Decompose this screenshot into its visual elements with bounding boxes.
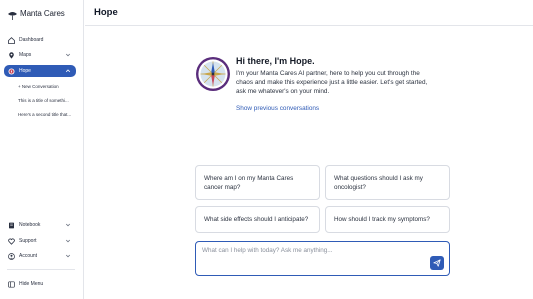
hide-menu-button[interactable]: Hide Menu bbox=[4, 278, 76, 290]
sidebar-item-label: Account bbox=[19, 253, 38, 259]
suggestion-card[interactable]: What questions should I ask my oncologis… bbox=[325, 165, 450, 200]
chevron-down-icon[interactable] bbox=[65, 253, 71, 259]
suggestion-card[interactable]: How should I track my symptoms? bbox=[325, 206, 450, 233]
page-title: Hope bbox=[94, 7, 118, 18]
send-button[interactable] bbox=[430, 256, 444, 270]
conversation-item[interactable]: This is a title of somethi... bbox=[18, 98, 69, 103]
new-conversation-link[interactable]: + New Conversation bbox=[18, 84, 59, 89]
sidebar-divider bbox=[7, 269, 75, 270]
sidebar-item-label: Maps bbox=[19, 52, 32, 58]
sidebar-item-maps[interactable]: Maps bbox=[4, 49, 76, 61]
heart-icon bbox=[8, 238, 15, 245]
suggestion-text: Where am I on my Manta Cares cancer map? bbox=[204, 175, 294, 191]
compass-icon bbox=[8, 68, 15, 75]
page-header: Hope bbox=[85, 0, 533, 26]
map-pin-icon bbox=[8, 51, 15, 59]
suggestion-text: What side effects should I anticipate? bbox=[204, 216, 309, 223]
greeting-heading: Hi there, I'm Hope. bbox=[236, 56, 315, 66]
sidebar-item-label: Notebook bbox=[19, 222, 41, 228]
sidebar-item-support[interactable]: Support bbox=[4, 235, 76, 247]
hope-avatar bbox=[195, 56, 231, 92]
brand-name: Manta Cares bbox=[20, 8, 65, 18]
brand-logo[interactable]: Manta Cares bbox=[7, 7, 65, 20]
notebook-icon bbox=[8, 222, 15, 229]
hide-menu-label: Hide Menu bbox=[19, 281, 44, 287]
send-icon bbox=[433, 254, 441, 272]
sidebar-item-account[interactable]: Account bbox=[4, 250, 76, 262]
sidebar-item-notebook[interactable]: Notebook bbox=[4, 219, 76, 231]
chevron-up-icon[interactable] bbox=[65, 68, 71, 74]
sidebar-item-hope[interactable]: Hope bbox=[4, 65, 76, 77]
manta-logo-icon bbox=[7, 8, 18, 20]
hide-menu-icon bbox=[8, 280, 15, 288]
suggestion-card[interactable]: Where am I on my Manta Cares cancer map? bbox=[195, 165, 320, 200]
sidebar-item-label: Support bbox=[19, 238, 37, 244]
chat-input[interactable] bbox=[202, 247, 422, 254]
sidebar-item-label: Dashboard bbox=[19, 37, 44, 43]
suggestion-text: What questions should I ask my oncologis… bbox=[334, 175, 423, 191]
conversation-item[interactable]: Here's a second title that... bbox=[18, 112, 71, 117]
chevron-down-icon[interactable] bbox=[65, 222, 71, 228]
sidebar: Manta Cares Dashboard Maps Hope + New Co… bbox=[0, 0, 84, 299]
chat-input-box bbox=[195, 241, 450, 276]
chevron-down-icon[interactable] bbox=[65, 52, 71, 58]
user-icon bbox=[8, 252, 15, 260]
home-icon bbox=[8, 36, 15, 44]
suggestion-card[interactable]: What side effects should I anticipate? bbox=[195, 206, 320, 233]
sidebar-item-label: Hope bbox=[19, 68, 31, 74]
chevron-down-icon[interactable] bbox=[65, 238, 71, 244]
suggestion-text: How should I track my symptoms? bbox=[334, 216, 430, 223]
intro-text: I'm your Manta Cares AI partner, here to… bbox=[236, 70, 428, 95]
sidebar-item-dashboard[interactable]: Dashboard bbox=[4, 34, 76, 46]
show-previous-conversations-link[interactable]: Show previous conversations bbox=[236, 105, 319, 112]
